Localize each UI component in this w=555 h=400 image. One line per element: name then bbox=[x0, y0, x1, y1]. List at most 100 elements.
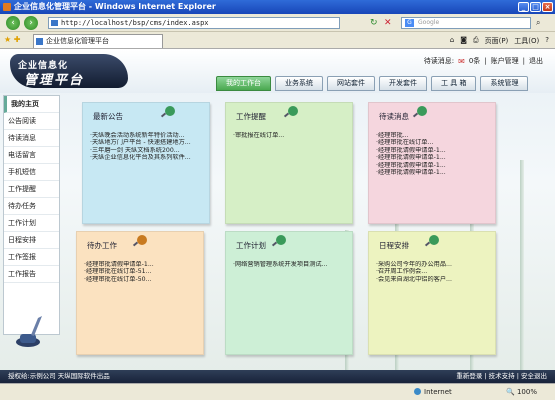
pushpin-icon bbox=[429, 235, 439, 245]
tab-business[interactable]: 业务系统 bbox=[275, 76, 323, 91]
list-item[interactable]: ·经理审批请假申请单-1... bbox=[376, 147, 488, 154]
note-plans: 工作计划 ·网络营销管理系统开发项目测试... bbox=[225, 231, 353, 355]
list-item[interactable]: ·天纵晚会活动系统新年特价活动... bbox=[90, 132, 202, 139]
pushpin-icon bbox=[288, 106, 298, 116]
address-bar-row: ‹ › http://localhost/bsp/cms/index.aspx … bbox=[0, 14, 555, 32]
forward-button[interactable]: › bbox=[24, 16, 38, 30]
app-header: 企业信息化 管理平台 待读消息: ✉ 0条 | 账户管理 | 退出 我的工作台 … bbox=[0, 50, 555, 93]
pushpin-icon bbox=[137, 235, 147, 245]
footer-license: 授权给:示例公司 天纵国际软件出品 bbox=[8, 372, 110, 380]
list-item[interactable]: ·经理审批在线订单-50... bbox=[84, 276, 196, 283]
sidebar-item-reports[interactable]: 工作报告 bbox=[4, 266, 59, 283]
note-announcements: 最新公告 ·天纵晚会活动系统新年特价活动... ·天纵地方门户平台 - 快速搭建… bbox=[82, 102, 210, 224]
quill-icon bbox=[16, 316, 42, 347]
app-footer: 授权给:示例公司 天纵国际软件出品 重新登录 | 技术支持 | 安全退出 bbox=[0, 370, 555, 383]
tab-toolbox[interactable]: 工 具 箱 bbox=[431, 76, 477, 91]
back-button[interactable]: ‹ bbox=[6, 16, 20, 30]
google-icon: G bbox=[405, 19, 414, 27]
tab-dev[interactable]: 开发套件 bbox=[379, 76, 427, 91]
maximize-button[interactable]: □ bbox=[530, 2, 541, 12]
tab-workbench[interactable]: 我的工作台 bbox=[216, 76, 271, 91]
search-input[interactable]: G Google bbox=[401, 17, 531, 29]
pending-count[interactable]: 0条 bbox=[469, 56, 480, 66]
pushpin-icon bbox=[165, 106, 175, 116]
header-links: 待读消息: ✉ 0条 | 账户管理 | 退出 bbox=[424, 56, 543, 66]
sidebar-item-schedule[interactable]: 日程安排 bbox=[4, 232, 59, 249]
refresh-icon[interactable]: ↻ bbox=[370, 18, 381, 29]
list-item[interactable]: ·审批报在线订单... bbox=[233, 132, 345, 139]
tab-bar: ★ ✚ 企业信息化管理平台 ⌂ ◙ ⎙ 页面(P) 工具(O) ? bbox=[0, 32, 555, 49]
zoom-control[interactable]: 🔍 100% bbox=[506, 388, 537, 396]
tab-title: 企业信息化管理平台 bbox=[46, 37, 109, 45]
sidebar-item-phone[interactable]: 电话留言 bbox=[4, 147, 59, 164]
pending-label: 待读消息: bbox=[423, 57, 455, 65]
list-item[interactable]: ·经理审批... bbox=[376, 132, 488, 139]
dashboard-notes: 最新公告 ·天纵晚会活动系统新年特价活动... ·天纵地方门户平台 - 快速搭建… bbox=[62, 95, 552, 375]
ie-icon bbox=[3, 3, 11, 11]
browser-tab[interactable]: 企业信息化管理平台 bbox=[33, 34, 163, 48]
home-icon[interactable]: ⌂ bbox=[450, 36, 454, 46]
list-item[interactable]: ·经理审批在线订单-51... bbox=[84, 268, 196, 275]
zoom-level: 100% bbox=[516, 388, 537, 396]
globe-icon bbox=[414, 388, 421, 395]
favorites-icon[interactable]: ★ ✚ bbox=[4, 35, 28, 45]
feeds-icon[interactable]: ◙ bbox=[460, 36, 467, 46]
pushpin-icon bbox=[417, 106, 427, 116]
list-item[interactable]: ·经理审批请假申请单-1... bbox=[84, 261, 196, 268]
sidebar-item-tasks[interactable]: 待办任务 bbox=[4, 198, 59, 215]
sidebar-item-sms[interactable]: 手机短信 bbox=[4, 164, 59, 181]
tab-system[interactable]: 系统管理 bbox=[480, 76, 529, 91]
command-bar: ⌂ ◙ ⎙ 页面(P) 工具(O) ? bbox=[450, 36, 549, 46]
note-title[interactable]: 最新公告 bbox=[93, 111, 202, 122]
list-item[interactable]: ·会见来自湖北中铝的客户... bbox=[376, 276, 488, 283]
list-item[interactable]: ·天纵地方门户平台 - 快速搭建地方... bbox=[90, 139, 202, 146]
mail-icon: ✉ bbox=[458, 56, 465, 66]
list-item[interactable]: ·经理审批请假申请单-1... bbox=[376, 162, 488, 169]
list-item[interactable]: ·经理审批请假申请单-1... bbox=[376, 154, 488, 161]
list-item[interactable]: ·经理审批在线订单... bbox=[376, 139, 488, 146]
stop-icon[interactable]: ✕ bbox=[384, 18, 395, 29]
separator: | bbox=[522, 57, 525, 65]
window-title-bar: 企业信息化管理平台 - Windows Internet Explorer _ … bbox=[0, 0, 555, 14]
url-input[interactable]: http://localhost/bsp/cms/index.aspx bbox=[48, 17, 340, 29]
close-button[interactable]: × bbox=[542, 2, 553, 12]
note-title[interactable]: 工作计划 bbox=[236, 240, 345, 251]
list-item[interactable]: ·三年磨一剑 天纵文档系统200... bbox=[90, 147, 202, 154]
logo-line2: 管理平台 bbox=[24, 73, 85, 88]
page-menu[interactable]: 页面(P) bbox=[485, 36, 509, 46]
logout-link[interactable]: 退出 bbox=[529, 56, 543, 66]
sidebar-item-messages[interactable]: 待读消息 bbox=[4, 130, 59, 147]
sidebar-item-home[interactable]: 我的主页 bbox=[4, 96, 59, 113]
note-reminders: 工作提醒 ·审批报在线订单... bbox=[225, 102, 353, 224]
note-todo: 待办工作 ·经理审批请假申请单-1... ·经理审批在线订单-51... ·经理… bbox=[76, 231, 204, 355]
footer-links[interactable]: 重新登录 | 技术支持 | 安全退出 bbox=[456, 370, 547, 383]
minimize-button[interactable]: _ bbox=[518, 2, 529, 12]
list-item[interactable]: ·天纵企业信息化平台及其系列软件... bbox=[90, 154, 202, 161]
search-go-icon[interactable]: ⌕ bbox=[536, 18, 540, 28]
zone-label: Internet bbox=[424, 388, 452, 396]
list-item[interactable]: ·召开周工作例会... bbox=[376, 268, 488, 275]
pushpin-icon bbox=[276, 235, 286, 245]
separator: | bbox=[484, 57, 487, 65]
sidebar-item-signoff[interactable]: 工作签报 bbox=[4, 249, 59, 266]
tab-website[interactable]: 网站套件 bbox=[327, 76, 375, 91]
ink-quill-decoration bbox=[4, 306, 59, 356]
main-nav: 我的工作台 业务系统 网站套件 开发套件 工 具 箱 系统管理 bbox=[216, 76, 529, 91]
tools-menu[interactable]: 工具(O) bbox=[514, 36, 539, 46]
list-item[interactable]: ·采购公司今年的办公用品... bbox=[376, 261, 488, 268]
sidebar-item-plans[interactable]: 工作计划 bbox=[4, 215, 59, 232]
list-item[interactable]: ·网络营销管理系统开发项目测试... bbox=[233, 261, 345, 268]
sidebar-item-reminders[interactable]: 工作提醒 bbox=[4, 181, 59, 198]
account-link[interactable]: 账户管理 bbox=[491, 56, 519, 66]
url-text: http://localhost/bsp/cms/index.aspx bbox=[61, 19, 209, 27]
sidebar-item-notices[interactable]: 公告阅读 bbox=[4, 113, 59, 130]
note-schedule: 日程安排 ·采购公司今年的办公用品... ·召开周工作例会... ·会见来自湖北… bbox=[368, 231, 496, 355]
page-icon bbox=[51, 20, 58, 26]
list-item[interactable]: ·经理审批请假申请单-1... bbox=[376, 169, 488, 176]
tab-page-icon bbox=[36, 38, 43, 45]
note-title[interactable]: 待读消息 bbox=[379, 111, 488, 122]
help-menu[interactable]: ? bbox=[545, 36, 549, 46]
window-title: 企业信息化管理平台 - Windows Internet Explorer bbox=[14, 2, 216, 11]
print-icon[interactable]: ⎙ bbox=[473, 36, 479, 46]
app-logo: 企业信息化 管理平台 bbox=[10, 54, 128, 88]
